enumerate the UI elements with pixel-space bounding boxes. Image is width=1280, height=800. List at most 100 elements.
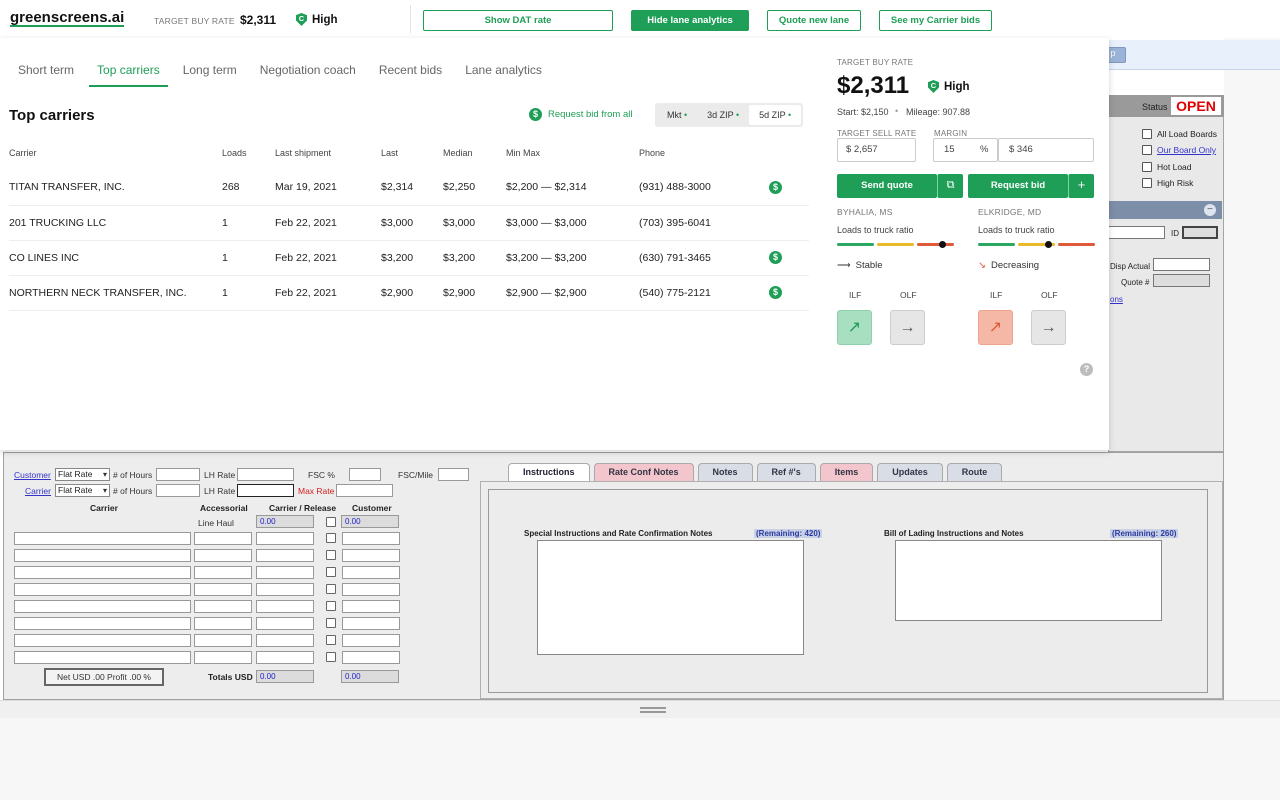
table-row[interactable]: 201 TRUCKING LLC 1 Feb 22, 2021 $3,000 $3,00… [9,205,809,241]
legacy-field[interactable] [1108,226,1165,239]
accessorial-carrier-input[interactable] [14,583,191,596]
legacy-tab-items[interactable]: Items [819,463,874,481]
special-instructions-textarea[interactable] [537,540,804,655]
request-bid-button[interactable]: Request bid [968,174,1068,198]
accessorial-name-input[interactable] [194,651,252,664]
accessorial-release-checkbox[interactable] [326,652,336,662]
accessorial-name-input[interactable] [194,532,252,545]
accessorial-release-checkbox[interactable] [326,618,336,628]
show-dat-rate-button[interactable]: Show DAT rate [423,10,613,31]
request-bid-dollar-icon[interactable]: $ [769,180,782,194]
max-rate-input[interactable] [336,484,393,497]
segment-5d-zip[interactable]: 5d ZIP • [749,105,802,125]
tab-short-term[interactable]: Short term [18,63,74,87]
accessorial-carrier-amount-input[interactable] [256,634,314,647]
request-bid-from-all-button[interactable]: $ Request bid from all [529,108,632,121]
checkbox[interactable] [1142,178,1152,188]
legacy-tab-updates[interactable]: Updates [877,463,943,481]
tab-long-term[interactable]: Long term [183,63,237,87]
accessorial-carrier-input[interactable] [14,634,191,647]
legacy-tab-route[interactable]: Route [946,463,1003,481]
tab-negotiation-coach[interactable]: Negotiation coach [260,63,356,87]
accessorial-carrier-amount-input[interactable] [256,600,314,613]
table-row[interactable]: NORTHERN NECK TRANSFER, INC. 1 Feb 22, 202… [9,275,809,311]
margin-amount-input[interactable]: $ 346 [998,138,1094,162]
accessorial-carrier-input[interactable] [14,532,191,545]
accessorial-customer-amount-input[interactable] [342,634,400,647]
request-bid-dollar-icon[interactable]: $ [769,286,782,299]
checkbox[interactable] [1142,129,1152,139]
customer-hours-input[interactable] [156,468,200,481]
fsc-pct-input[interactable] [349,468,381,481]
legacy-tab-ref-s[interactable]: Ref #'s [756,463,816,481]
legacy-tab-instructions[interactable]: Instructions [508,463,590,481]
accessorial-customer-amount-input[interactable] [342,532,400,545]
accessorial-customer-amount-input[interactable] [342,651,400,664]
legacy-side-link[interactable]: ons [1110,295,1123,304]
send-quote-button[interactable]: Send quote [837,174,937,198]
margin-percent-input[interactable]: 15 % [933,138,998,162]
carrier-link[interactable]: Carrier [25,486,51,496]
checkbox-high-risk[interactable]: High Risk [1142,178,1193,188]
accessorial-release-checkbox[interactable] [326,550,336,560]
checkbox[interactable] [1142,145,1152,155]
carrier-hours-input[interactable] [156,484,200,497]
accessorial-customer-amount-input[interactable] [342,549,400,562]
accessorial-customer-amount-input[interactable] [342,566,400,579]
fsc-mile-input[interactable] [438,468,469,481]
copy-icon[interactable]: ⧉ [937,174,963,198]
accessorial-carrier-input[interactable] [14,651,191,664]
carrier-rate-type-select[interactable]: Flat Rate [55,484,110,497]
accessorial-customer-amount-input[interactable] [342,617,400,630]
hide-lane-analytics-button[interactable]: Hide lane analytics [631,10,749,31]
accessorial-name-input[interactable] [194,583,252,596]
accessorial-name-input[interactable] [194,566,252,579]
accessorial-release-checkbox[interactable] [326,635,336,645]
checkbox[interactable] [1142,162,1152,172]
customer-link[interactable]: Customer [14,470,51,480]
accessorial-name-input[interactable] [194,600,252,613]
checkbox-all-load-boards[interactable]: All Load Boards [1142,129,1217,139]
line-haul-checkbox[interactable] [326,517,336,527]
accessorial-carrier-amount-input[interactable] [256,532,314,545]
accessorial-release-checkbox[interactable] [326,601,336,611]
quote-new-lane-button[interactable]: Quote new lane [767,10,861,31]
legacy-tab-notes[interactable]: Notes [697,463,753,481]
accessorial-carrier-amount-input[interactable] [256,566,314,579]
accessorial-name-input[interactable] [194,617,252,630]
accessorial-carrier-input[interactable] [14,600,191,613]
accessorial-release-checkbox[interactable] [326,533,336,543]
bol-instructions-textarea[interactable] [895,540,1162,621]
accessorial-carrier-input[interactable] [14,617,191,630]
customer-rate-type-select[interactable]: Flat Rate [55,468,110,481]
disp-actual-field[interactable] [1153,258,1210,271]
collapse-icon[interactable]: − [1204,204,1216,216]
accessorial-customer-amount-input[interactable] [342,600,400,613]
segment-mkt[interactable]: Mkt • [657,105,697,125]
segment-3d-zip[interactable]: 3d ZIP • [697,105,749,125]
legacy-tab-rate-conf-notes[interactable]: Rate Conf Notes [593,463,694,481]
plus-icon[interactable]: + [1068,174,1094,198]
accessorial-carrier-amount-input[interactable] [256,549,314,562]
pane-splitter[interactable] [0,700,1280,718]
see-carrier-bids-button[interactable]: See my Carrier bids [879,10,992,31]
checkbox-hot-load[interactable]: Hot Load [1142,162,1192,172]
tab-lane-analytics[interactable]: Lane analytics [465,63,542,87]
request-bid-dollar-icon[interactable]: $ [769,251,782,264]
accessorial-carrier-input[interactable] [14,549,191,562]
accessorial-carrier-input[interactable] [14,566,191,579]
id-field[interactable] [1182,226,1218,239]
accessorial-name-input[interactable] [194,634,252,647]
help-icon[interactable]: ? [1080,363,1093,376]
accessorial-carrier-amount-input[interactable] [256,583,314,596]
table-row[interactable]: TITAN TRANSFER, INC. 268 Mar 19, 2021 $2,31… [9,170,809,206]
accessorial-release-checkbox[interactable] [326,567,336,577]
customer-lh-rate-input[interactable] [237,468,294,481]
target-sell-rate-input[interactable]: $ 2,657 [837,138,916,162]
accessorial-carrier-amount-input[interactable] [256,617,314,630]
accessorial-carrier-amount-input[interactable] [256,651,314,664]
accessorial-name-input[interactable] [194,549,252,562]
drag-handle-icon[interactable] [640,707,666,713]
our-board-only-link[interactable]: Our Board Only [1157,145,1216,155]
checkbox-our-board-only[interactable]: Our Board Only [1142,145,1216,155]
